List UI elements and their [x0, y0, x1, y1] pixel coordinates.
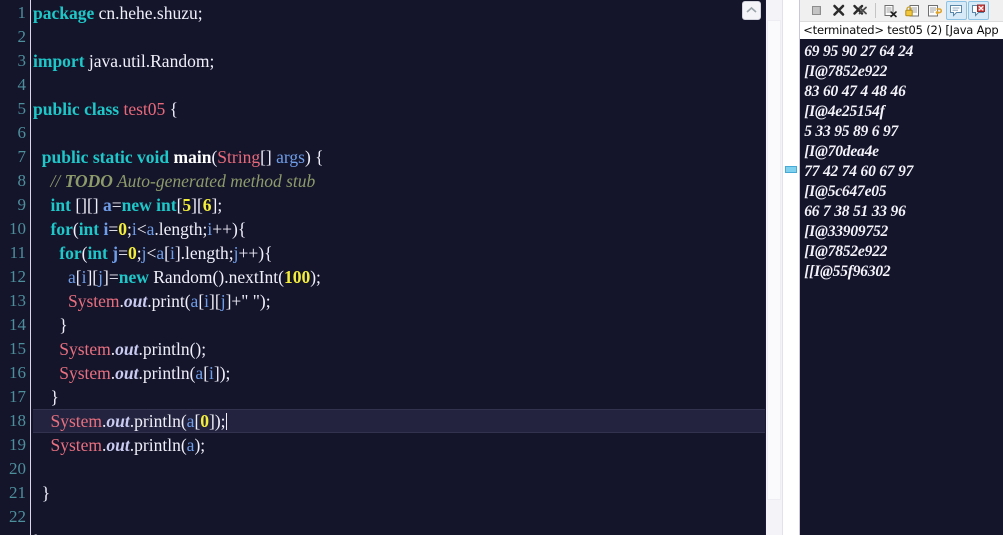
overview-ruler-marker[interactable]: [785, 166, 798, 173]
console-view: <terminated> test05 (2) [Java App 69 95 …: [800, 0, 1003, 535]
clear-console-button[interactable]: [880, 1, 901, 20]
console-output-line: 83 60 47 4 48 46: [804, 83, 906, 100]
code-line[interactable]: // TODO Auto-generated method stub: [33, 169, 765, 193]
line-number: 7: [17, 147, 27, 166]
line-number: 19: [9, 435, 26, 454]
code-line[interactable]: }: [33, 313, 765, 337]
line-number: 1: [17, 3, 27, 22]
text-caret: [225, 413, 227, 430]
code-line[interactable]: package cn.hehe.shuzu;: [33, 1, 765, 25]
console-output-line: 5 33 95 89 6 97: [804, 123, 899, 140]
code-line[interactable]: [33, 73, 765, 97]
console-output-line: [I@33909752: [804, 223, 889, 240]
line-number: 23: [0, 529, 30, 535]
console-output-line: 69 95 90 27 64 24: [804, 43, 914, 60]
console-output-line: [I@7852e922: [804, 63, 888, 80]
line-number: 22: [9, 507, 26, 526]
show-console-on-standard-out-button[interactable]: [946, 1, 968, 20]
line-number: 20: [9, 459, 26, 478]
code-line-active[interactable]: System.out.println(a[0]);: [33, 409, 766, 433]
code-line[interactable]: [33, 121, 765, 145]
code-line[interactable]: for(int i=0;i<a.length;i++){: [33, 217, 765, 241]
code-line[interactable]: public class test05 {: [33, 97, 765, 121]
code-text-area[interactable]: package cn.hehe.shuzu; import java.util.…: [30, 0, 766, 535]
line-number: 16: [9, 363, 26, 382]
code-line[interactable]: }: [33, 529, 765, 535]
console-output-line: [I@70dea4e: [804, 143, 879, 160]
line-number: 3: [17, 51, 27, 70]
line-number-gutter[interactable]: 1 2 3 4 5 6 7 8 9 10 11 12 13 14 15 16 1…: [0, 0, 30, 535]
remove-all-terminated-launches-button[interactable]: [850, 1, 871, 20]
code-line[interactable]: System.out.println();: [33, 337, 765, 361]
eclipse-ide-window: 1 2 3 4 5 6 7 8 9 10 11 12 13 14 15 16 1…: [0, 0, 1003, 535]
line-number: 13: [9, 291, 26, 310]
code-line[interactable]: public static void main(String[] args) {: [33, 145, 765, 169]
code-line[interactable]: System.out.print(a[i][j]+" ");: [33, 289, 765, 313]
word-wrap-button[interactable]: [924, 1, 945, 20]
line-number: 21: [9, 483, 26, 502]
console-output-line: [I@4e25154f: [804, 103, 885, 120]
line-number: 4: [17, 75, 27, 94]
editor-vertical-scrollbar[interactable]: [766, 0, 783, 535]
line-number: 15: [9, 339, 26, 358]
code-line[interactable]: a[i][j]=new Random().nextInt(100);: [33, 265, 765, 289]
restore-view-chevron-up-icon[interactable]: [742, 1, 762, 20]
console-toolbar: [800, 0, 1003, 22]
line-number: 8: [17, 171, 27, 190]
scrollbar-thumb[interactable]: [767, 20, 782, 500]
code-line[interactable]: for(int j=0;j<a[i].length;j++){: [33, 241, 765, 265]
overview-ruler[interactable]: [782, 0, 800, 535]
code-line[interactable]: [33, 457, 765, 481]
terminate-button[interactable]: [806, 1, 827, 20]
toolbar-separator: [875, 3, 877, 18]
console-output-line: [[I@55f96302: [804, 263, 891, 280]
console-output-line: 66 7 38 51 33 96: [804, 203, 906, 220]
remove-launch-button[interactable]: [828, 1, 849, 20]
console-status-line: <terminated> test05 (2) [Java App: [800, 22, 1003, 39]
gutter-divider: [30, 0, 31, 535]
code-line[interactable]: }: [33, 385, 765, 409]
line-number: 12: [9, 267, 26, 286]
line-number: 2: [17, 27, 27, 46]
code-line[interactable]: import java.util.Random;: [33, 49, 765, 73]
code-line[interactable]: System.out.println(a[i]);: [33, 361, 765, 385]
console-output-line: [I@7852e922: [804, 243, 888, 260]
console-output-line: [I@5c647e05: [804, 183, 887, 200]
code-line[interactable]: [33, 505, 765, 529]
line-number: 14: [9, 315, 26, 334]
scroll-lock-button[interactable]: [902, 1, 923, 20]
show-console-on-standard-error-button[interactable]: [968, 1, 990, 20]
line-number: 10: [9, 219, 26, 238]
code-line[interactable]: System.out.println(a);: [33, 433, 765, 457]
editor-scroll-column[interactable]: [765, 0, 800, 535]
console-output-area[interactable]: 69 95 90 27 64 24 [I@7852e922 83 60 47 4…: [800, 39, 1003, 535]
line-number: 5: [17, 99, 27, 118]
code-line[interactable]: int [][] a=new int[5][6];: [33, 193, 765, 217]
line-number: 17: [9, 387, 26, 406]
console-output-line: 77 42 74 60 67 97: [804, 163, 914, 180]
line-number: 6: [17, 123, 27, 142]
line-number: 9: [17, 195, 27, 214]
code-line[interactable]: }: [33, 481, 765, 505]
code-line[interactable]: [33, 25, 765, 49]
line-number: 11: [9, 243, 26, 262]
line-number: 18: [9, 411, 26, 430]
java-editor-pane[interactable]: 1 2 3 4 5 6 7 8 9 10 11 12 13 14 15 16 1…: [0, 0, 766, 535]
